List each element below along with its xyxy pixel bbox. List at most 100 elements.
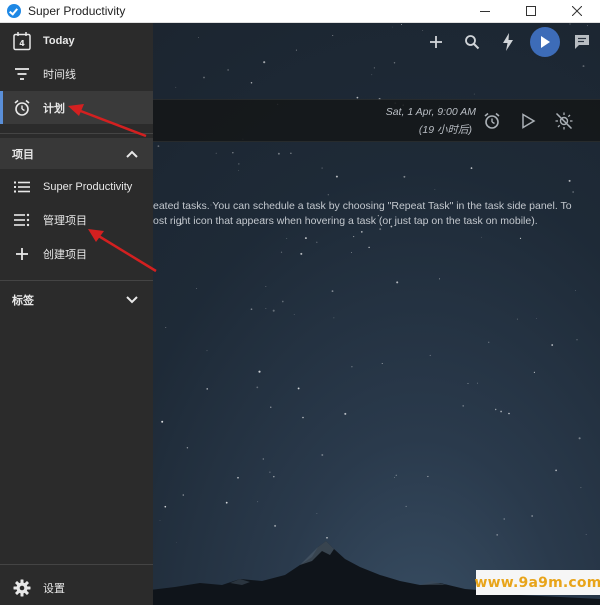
add-task-button[interactable] bbox=[418, 23, 454, 61]
star bbox=[304, 237, 307, 240]
sidebar-item-today[interactable]: 4 Today bbox=[0, 24, 153, 57]
star bbox=[576, 339, 578, 341]
start-tracking-button[interactable] bbox=[530, 27, 560, 57]
star bbox=[555, 469, 557, 472]
star bbox=[269, 471, 271, 473]
star bbox=[439, 278, 440, 280]
sidebar-section-tags[interactable]: 标签 bbox=[0, 284, 153, 315]
star bbox=[531, 515, 533, 517]
star bbox=[165, 326, 167, 328]
star bbox=[300, 252, 303, 255]
star bbox=[256, 386, 259, 389]
notes-button[interactable] bbox=[564, 23, 600, 61]
sidebar-item-label: 时间线 bbox=[43, 68, 76, 81]
star bbox=[270, 406, 272, 408]
gear-icon bbox=[12, 578, 32, 598]
sidebar-divider bbox=[0, 564, 153, 565]
star bbox=[262, 458, 264, 460]
star bbox=[227, 69, 229, 71]
star bbox=[434, 189, 436, 190]
scheduled-help-text: eated tasks. You can schedule a task by … bbox=[153, 199, 593, 229]
sidebar-item-label: 设置 bbox=[43, 582, 65, 595]
star bbox=[257, 501, 259, 503]
maximize-button[interactable] bbox=[508, 0, 554, 23]
reschedule-button[interactable] bbox=[480, 109, 504, 133]
star bbox=[481, 236, 482, 238]
sidebar-section-projects[interactable]: 项目 bbox=[0, 138, 153, 169]
star bbox=[568, 179, 571, 182]
today-date-number: 4 bbox=[19, 39, 25, 48]
minimize-button[interactable] bbox=[462, 0, 508, 23]
star bbox=[331, 290, 334, 293]
task-scheduled-date: Sat, 1 Apr, 9:00 AM bbox=[385, 106, 476, 118]
star bbox=[265, 308, 267, 310]
maximize-icon bbox=[526, 6, 536, 16]
close-button[interactable] bbox=[554, 0, 600, 23]
star bbox=[508, 412, 510, 415]
sidebar-item-schedule[interactable]: 计划 bbox=[0, 91, 153, 124]
sidebar-item-label: 创建项目 bbox=[43, 248, 87, 261]
star bbox=[277, 152, 280, 155]
plus-icon bbox=[12, 244, 32, 264]
star bbox=[575, 290, 577, 291]
sidebar-item-label: Super Productivity bbox=[43, 180, 133, 193]
star bbox=[316, 513, 318, 514]
sidebar-item-project-super-productivity[interactable]: Super Productivity bbox=[0, 170, 153, 203]
star bbox=[250, 308, 253, 311]
star bbox=[394, 477, 395, 478]
star bbox=[427, 475, 429, 478]
scheduled-task-row[interactable]: Sat, 1 Apr, 9:00 AM (19 小时后) bbox=[153, 99, 600, 142]
play-outline-icon bbox=[522, 113, 536, 129]
sidebar-divider bbox=[0, 280, 153, 281]
manage-list-icon bbox=[12, 210, 32, 230]
window-title: Super Productivity bbox=[28, 4, 126, 18]
chevron-down-icon bbox=[125, 293, 139, 307]
alarm-icon bbox=[484, 112, 500, 129]
star bbox=[250, 82, 253, 84]
sidebar-item-settings[interactable]: 设置 bbox=[0, 571, 153, 604]
help-text-line-1: eated tasks. You can schedule a task by … bbox=[153, 200, 572, 212]
close-icon bbox=[572, 6, 582, 16]
comment-icon bbox=[575, 35, 589, 49]
star bbox=[186, 447, 189, 449]
star bbox=[487, 341, 490, 344]
sidebar-item-manage-projects[interactable]: 管理项目 bbox=[0, 203, 153, 236]
star bbox=[164, 505, 167, 508]
star bbox=[381, 363, 383, 364]
star bbox=[373, 67, 376, 69]
start-task-button[interactable] bbox=[516, 109, 540, 133]
star bbox=[265, 285, 267, 287]
star bbox=[371, 74, 373, 76]
star bbox=[395, 474, 397, 476]
star bbox=[332, 34, 334, 37]
star bbox=[351, 366, 353, 368]
star bbox=[429, 354, 431, 356]
star bbox=[196, 288, 198, 289]
sidebar-item-timeline[interactable]: 时间线 bbox=[0, 57, 153, 90]
star bbox=[273, 475, 275, 478]
play-icon bbox=[541, 36, 550, 48]
chevron-up-icon bbox=[125, 147, 139, 161]
star bbox=[327, 194, 329, 196]
star bbox=[225, 501, 228, 504]
sidebar-item-create-project[interactable]: 创建项目 bbox=[0, 237, 153, 270]
search-icon bbox=[465, 35, 480, 50]
search-button[interactable] bbox=[454, 23, 490, 61]
star bbox=[321, 454, 324, 456]
star bbox=[353, 236, 355, 238]
star bbox=[295, 49, 297, 51]
star bbox=[467, 382, 469, 384]
star bbox=[237, 476, 239, 479]
star bbox=[182, 494, 185, 496]
star bbox=[161, 420, 164, 423]
task-relative-time: (19 小时后) bbox=[418, 124, 472, 136]
focus-mode-button[interactable] bbox=[490, 23, 526, 61]
sidebar-item-label: 管理项目 bbox=[43, 214, 87, 227]
star bbox=[258, 370, 261, 373]
remove-schedule-button[interactable] bbox=[552, 109, 576, 133]
window-controls bbox=[462, 0, 600, 23]
star bbox=[215, 152, 217, 154]
star bbox=[477, 382, 478, 384]
help-text-line-2: ost right icon that appears when hoverin… bbox=[153, 215, 538, 227]
sun-off-icon bbox=[555, 112, 573, 130]
